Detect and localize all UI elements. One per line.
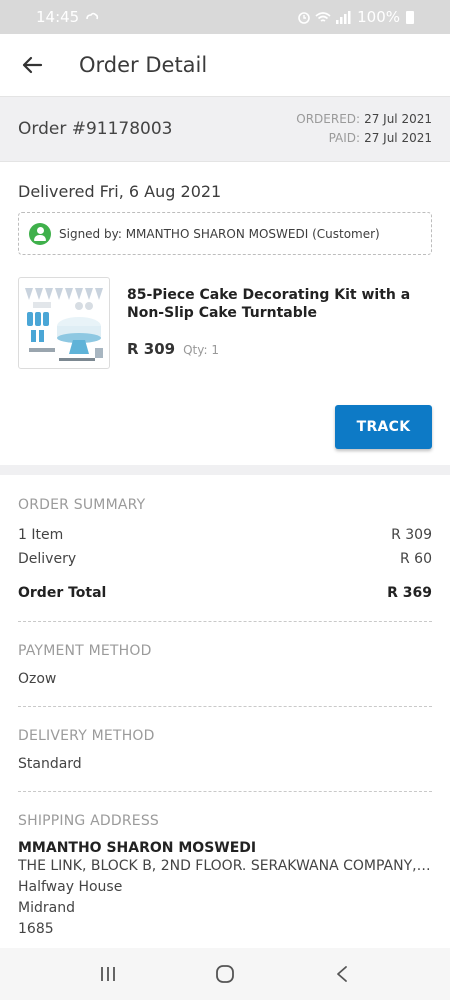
back-arrow-icon[interactable] [18,51,46,79]
ordered-date: 27 Jul 2021 [364,112,432,126]
ordered-label: ORDERED: [296,112,361,126]
shipping-line3: Midrand [18,900,75,916]
paid-date: 27 Jul 2021 [364,131,432,145]
delivery-section: Delivered Fri, 6 Aug 2021 Signed by: MMA… [0,162,450,255]
divider [18,706,432,707]
system-icons [297,10,351,24]
items-value: R 309 [391,527,432,543]
divider [18,621,432,622]
app-bar: Order Detail [0,34,450,96]
order-summary: ORDER SUMMARY 1 Item R 309 Delivery R 60… [0,497,450,940]
user-check-icon [29,222,51,245]
total-label: Order Total [18,585,107,601]
section-divider [0,465,450,475]
delivery-method-value: Standard [18,756,82,772]
system-nav-bar [0,948,450,1000]
order-number: Order #91178003 [18,119,173,139]
shipping-line2: Halfway House [18,879,123,895]
delivery-label: Delivery [18,551,77,567]
delivery-line: Delivery R 60 [18,551,432,567]
cloud-sync-icon [86,12,99,20]
recents-icon[interactable] [88,954,128,994]
delivery-value: R 60 [400,551,432,567]
order-header: Order #91178003 ORDERED: 27 Jul 2021 PAID… [0,96,450,162]
delivery-method-heading: DELIVERY METHOD [18,728,155,744]
product-info: 85-Piece Cake Decorating Kit with a Non-… [127,277,432,369]
product-image[interactable] [18,277,110,369]
total-value: R 369 [387,585,432,601]
summary-heading: ORDER SUMMARY [18,497,146,513]
payment-heading: PAYMENT METHOD [18,643,152,659]
total-line: Order Total R 369 [18,585,432,601]
track-wrap: TRACK [0,369,450,449]
back-nav-icon[interactable] [322,954,362,994]
product-qty: Qty: 1 [183,343,219,357]
shipping-line1: THE LINK, BLOCK B, 2ND FLOOR. SERAKWANA … [18,858,432,874]
order-dates: ORDERED: 27 Jul 2021 PAID: 27 Jul 2021 [296,110,432,148]
track-button[interactable]: TRACK [335,405,432,449]
status-bar: 14:45 100% [0,0,450,34]
divider [18,791,432,792]
home-icon[interactable] [205,954,245,994]
payment-value: Ozow [18,671,57,687]
page-title: Order Detail [79,53,208,77]
product-price: R 309 [127,340,176,358]
signed-by-box: Signed by: MMANTHO SHARON MOSWEDI (Custo… [18,212,432,255]
delivery-status: Delivered Fri, 6 Aug 2021 [18,182,222,201]
signal-icon [336,10,351,24]
signed-by-text: Signed by: MMANTHO SHARON MOSWEDI (Custo… [59,226,380,241]
items-label: 1 Item [18,527,64,543]
shipping-name: MMANTHO SHARON MOSWEDI [18,840,257,856]
shipping-heading: SHIPPING ADDRESS [18,813,160,829]
product-row[interactable]: 85-Piece Cake Decorating Kit with a Non-… [0,255,450,369]
shipping-line4: 1685 [18,921,54,937]
status-time: 14:45 [36,8,80,26]
wifi-icon [315,11,331,22]
alarm-icon [298,12,310,24]
battery-percent: 100% [357,8,400,26]
product-name[interactable]: 85-Piece Cake Decorating Kit with a Non-… [127,286,432,322]
paid-label: PAID: [328,131,361,145]
items-line: 1 Item R 309 [18,527,432,543]
battery-icon [406,10,414,24]
